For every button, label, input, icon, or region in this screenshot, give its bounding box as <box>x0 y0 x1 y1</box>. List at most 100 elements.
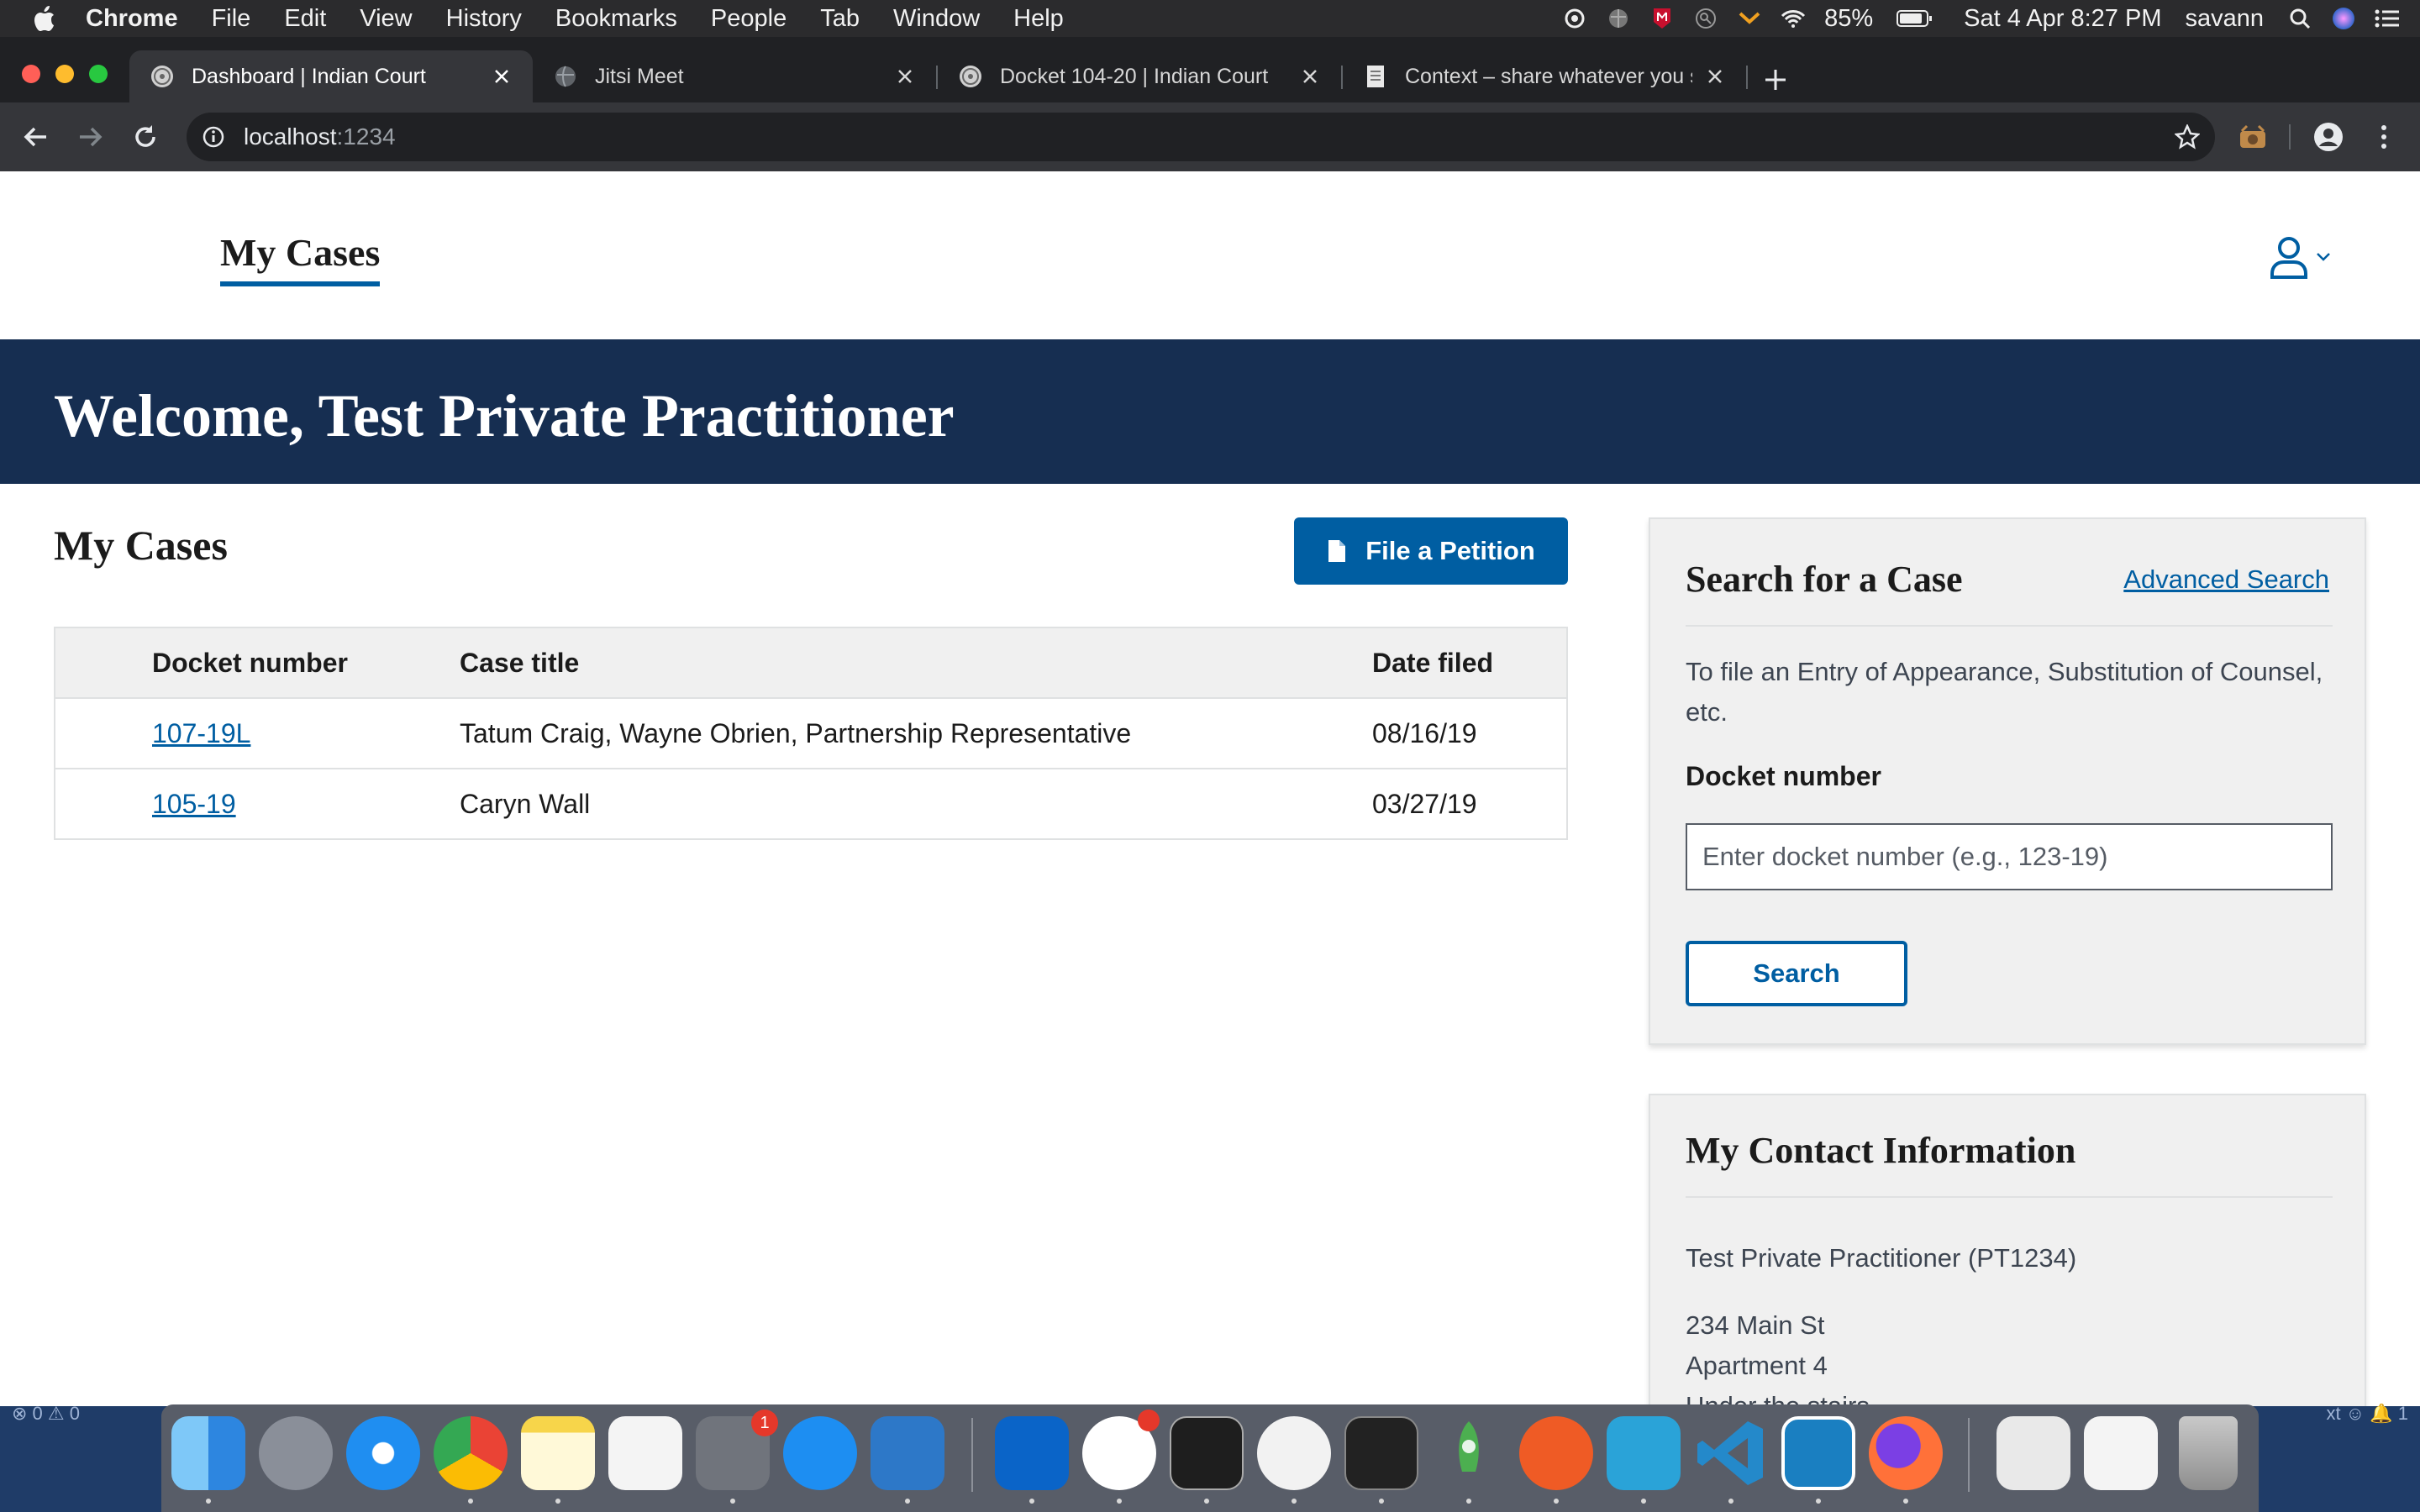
menu-app-name[interactable]: Chrome <box>86 5 178 33</box>
card-divider <box>1686 625 2333 627</box>
screenshot-stack-icon[interactable] <box>2084 1416 2158 1490</box>
tab-dashboard[interactable]: Dashboard | Indian Court <box>129 50 533 102</box>
outlook-icon[interactable] <box>995 1416 1069 1490</box>
document-icon <box>1363 64 1388 89</box>
extension-icon[interactable] <box>2235 119 2270 155</box>
menu-user-name[interactable]: savann <box>2185 5 2264 33</box>
address-bar[interactable]: localhost:1234 <box>187 113 2215 161</box>
window-minimize-button[interactable] <box>55 65 74 83</box>
running-indicator <box>1728 1499 1733 1504</box>
browser-tab-strip: Dashboard | Indian Court Jitsi Meet Dock… <box>0 37 2420 102</box>
nav-my-cases[interactable]: My Cases <box>220 230 381 286</box>
search-button[interactable]: Search <box>1686 941 1907 1006</box>
menu-help[interactable]: Help <box>1013 5 1064 33</box>
tab-docket-104-20[interactable]: Docket 104-20 | Indian Court <box>938 50 1341 102</box>
tab-jitsi-meet[interactable]: Jitsi Meet <box>533 50 936 102</box>
launchpad-icon[interactable] <box>259 1416 333 1490</box>
file-petition-button[interactable]: File a Petition <box>1294 517 1568 585</box>
menu-tab[interactable]: Tab <box>820 5 860 33</box>
docket-link[interactable]: 105-19 <box>152 789 236 819</box>
bracket-app-icon[interactable] <box>1781 1416 1855 1490</box>
chrome-icon[interactable] <box>434 1416 508 1490</box>
search-card-heading: Search for a Case <box>1686 559 1963 600</box>
contact-info-card: My Contact Information Test Private Prac… <box>1649 1094 2366 1406</box>
documents-stack-icon[interactable] <box>1996 1416 2070 1490</box>
reload-icon[interactable] <box>128 119 163 155</box>
macos-dock: 1 <box>161 1404 2259 1512</box>
running-indicator <box>730 1499 735 1504</box>
reminders-icon[interactable] <box>608 1416 682 1490</box>
docket-link[interactable]: 107-19L <box>152 718 250 748</box>
user-menu-button[interactable] <box>2269 235 2331 279</box>
new-tab-button[interactable] <box>1761 66 1790 94</box>
terminal-icon[interactable] <box>1170 1416 1244 1490</box>
close-icon[interactable] <box>1299 66 1321 87</box>
remote-app-icon[interactable] <box>871 1416 944 1490</box>
close-icon[interactable] <box>491 66 513 87</box>
globe-icon <box>553 64 578 89</box>
menu-window[interactable]: Window <box>893 5 980 33</box>
running-indicator <box>1816 1499 1821 1504</box>
menu-people[interactable]: People <box>711 5 786 33</box>
cases-table: Docket number Case title Date filed 107-… <box>54 627 1568 840</box>
app-store-icon[interactable] <box>783 1416 857 1490</box>
menu-file[interactable]: File <box>212 5 251 33</box>
running-indicator <box>1554 1499 1559 1504</box>
editor-problems-status: ⊗ 0 ⚠ 0 <box>12 1403 80 1424</box>
trash-icon[interactable] <box>2179 1416 2238 1490</box>
wifi-icon[interactable] <box>1781 6 1806 31</box>
running-indicator <box>468 1499 473 1504</box>
case-title-cell: Caryn Wall <box>460 768 1372 839</box>
menu-bookmarks[interactable]: Bookmarks <box>555 5 677 33</box>
search-case-card: Search for a Case Advanced Search To fil… <box>1649 517 2366 1045</box>
notification-center-icon[interactable] <box>2375 6 2400 31</box>
apple-logo-icon[interactable] <box>34 6 59 31</box>
tab-title: Dashboard | Indian Court <box>192 64 426 88</box>
globe-icon[interactable] <box>1606 6 1631 31</box>
finder-icon[interactable] <box>171 1416 245 1490</box>
docket-number-input[interactable] <box>1686 823 2333 890</box>
window-zoom-button[interactable] <box>89 65 108 83</box>
siri-icon[interactable] <box>2331 6 2356 31</box>
forward-arrow-icon[interactable] <box>72 119 108 155</box>
tab-context[interactable]: Context – share whatever you s <box>1343 50 1746 102</box>
menu-view[interactable]: View <box>360 5 412 33</box>
document-icon <box>1328 540 1346 562</box>
antivirus-icon[interactable] <box>1649 6 1675 31</box>
sequence-app-icon[interactable] <box>1257 1416 1331 1490</box>
menu-edit[interactable]: Edit <box>284 5 326 33</box>
site-info-icon[interactable] <box>202 125 225 149</box>
back-arrow-icon[interactable] <box>18 119 54 155</box>
upload-app-icon[interactable] <box>1607 1416 1681 1490</box>
close-icon[interactable] <box>894 66 916 87</box>
welcome-heading: Welcome, Test Private Practitioner <box>54 382 955 449</box>
close-icon[interactable] <box>1704 66 1726 87</box>
court-seal-icon <box>958 64 983 89</box>
chevron-app-icon[interactable] <box>1737 6 1762 31</box>
menu-history[interactable]: History <box>446 5 522 33</box>
browser-menu-icon[interactable] <box>2366 119 2402 155</box>
vscode-icon[interactable] <box>1694 1416 1768 1490</box>
bookmark-star-icon[interactable] <box>2174 123 2201 150</box>
cloud-app-icon[interactable] <box>1562 6 1587 31</box>
notes-icon[interactable] <box>521 1416 595 1490</box>
postman-icon[interactable] <box>1519 1416 1593 1490</box>
search-help-text: To file an Entry of Appearance, Substitu… <box>1686 657 2323 727</box>
user-icon <box>2270 237 2307 279</box>
key-search-icon[interactable] <box>1693 6 1718 31</box>
spotlight-search-icon[interactable] <box>2287 6 2312 31</box>
firefox-icon[interactable] <box>1869 1416 1943 1490</box>
battery-icon[interactable] <box>1897 6 1933 31</box>
page-viewport: My Cases Welcome, Test Private Practitio… <box>0 171 2420 1406</box>
window-close-button[interactable] <box>22 65 40 83</box>
menu-clock[interactable]: Sat 4 Apr 8:27 PM <box>1964 5 2161 33</box>
rocket-app-icon[interactable] <box>1432 1416 1506 1490</box>
card-divider <box>1686 1196 2333 1198</box>
advanced-search-link[interactable]: Advanced Search <box>2123 564 2329 595</box>
activity-monitor-icon[interactable] <box>1344 1416 1418 1490</box>
browser-toolbar: localhost:1234 <box>0 102 2420 171</box>
safari-icon[interactable] <box>346 1416 420 1490</box>
profile-avatar-icon[interactable] <box>2311 119 2346 155</box>
column-header-case-title: Case title <box>460 627 1372 698</box>
url-host: localhost <box>244 123 337 150</box>
